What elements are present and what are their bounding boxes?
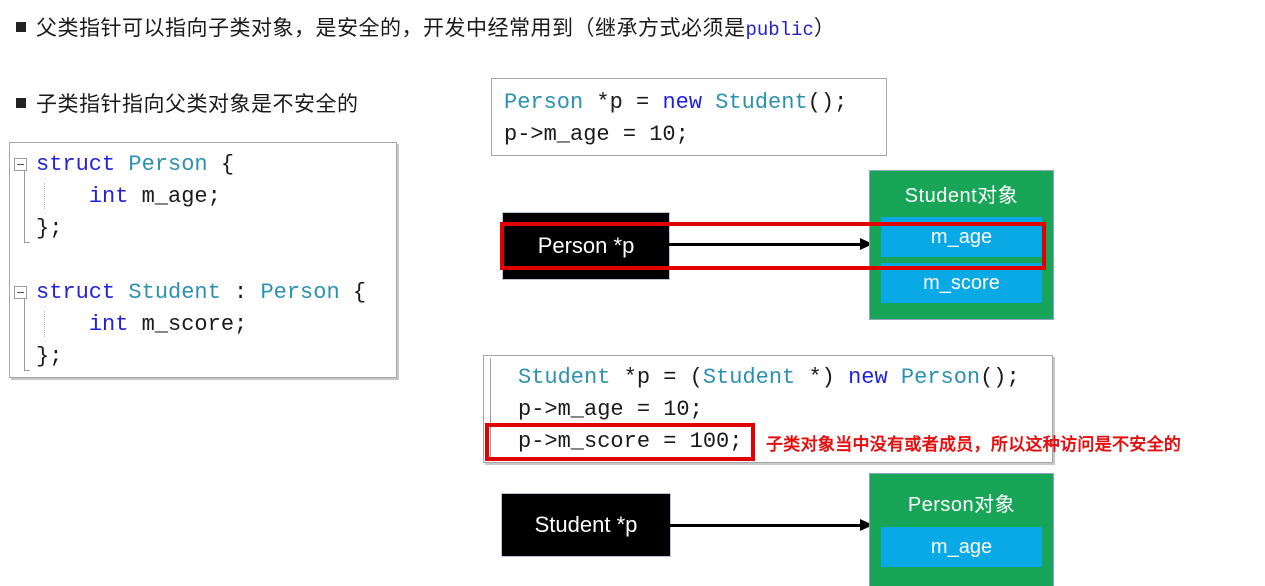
code-token: struct [36, 152, 129, 177]
code-line: }; [10, 341, 396, 373]
red-annotation-note: 子类对象当中没有或者成员，所以这种访问是不安全的 [766, 435, 1182, 454]
object-box-student-title: Student对象 [904, 185, 1019, 207]
code-token: (); [980, 365, 1020, 390]
code-line: p->m_age = 10; [494, 394, 1052, 426]
indent-guide [44, 311, 45, 337]
code-token: Person [128, 152, 208, 177]
code-line: int m_score; [10, 309, 396, 341]
code-token: }; [36, 344, 63, 369]
arrow-student-p-to-person-object [670, 519, 873, 531]
code-token: }; [36, 216, 63, 241]
code-block-struct-definitions: struct Person { int m_age;}; struct Stude… [9, 142, 397, 378]
code-token: Student [518, 365, 611, 390]
bullet-square-icon [16, 22, 26, 32]
code-token: { [339, 280, 367, 305]
highlight-rect-person-p-to-m-age [500, 222, 1046, 270]
pointer-box-student-p-label: Student *p [534, 512, 638, 537]
code-line: int m_age; [10, 181, 396, 213]
code-token: Student [128, 280, 221, 305]
code-block-parent-pointer-to-child: Person *p = new Student(); p->m_age = 10; [491, 78, 887, 156]
code-token: ; [675, 122, 689, 147]
code-token: new [848, 365, 888, 390]
code-token: Person [504, 90, 584, 115]
code-token: int [88, 184, 129, 209]
code-token: : [220, 280, 261, 305]
code-token: *p = ( [610, 365, 703, 390]
code-token: ; [689, 397, 703, 422]
pointer-box-student-p: Student *p [502, 494, 670, 556]
code-token: *) [795, 365, 849, 390]
code-token: p->m_age = [504, 122, 650, 147]
outlining-bracket [24, 299, 30, 371]
code-token: 10 [663, 397, 690, 422]
bullet-parent-pointer-text-after: ） [813, 17, 836, 40]
code-token: Person [900, 365, 981, 390]
code-line: p->m_age = 10; [504, 119, 886, 151]
code-token: (); [807, 90, 848, 115]
code-token: new [662, 90, 703, 115]
code-line: Student *p = (Student *) new Person(); [494, 362, 1052, 394]
collapse-minus-icon[interactable] [14, 158, 27, 171]
code-token: *p = [583, 90, 663, 115]
code-token: { [207, 152, 235, 177]
bullet-keyword-public: public [745, 19, 814, 41]
indent-guide [44, 183, 45, 209]
bullet-parent-pointer-text-before: 父类指针可以指向子类对象，是安全的，开发中经常用到（继承方式必须是 [36, 17, 746, 40]
object-box-person: Person对象 m_age [870, 474, 1053, 586]
collapse-minus-icon[interactable] [14, 286, 27, 299]
code-token: Student [715, 90, 808, 115]
code-token: Person [260, 280, 340, 305]
code-token: m_age; [128, 184, 221, 209]
highlight-rect-m-score-assignment [485, 423, 755, 461]
code-line: Person *p = new Student(); [504, 87, 886, 119]
object-box-person-title: Person对象 [907, 494, 1016, 516]
code-line: struct Student : Person { [10, 277, 396, 309]
code-token: int [88, 312, 129, 337]
bullet-child-pointer: 子类指针指向父类对象是不安全的 [16, 88, 359, 118]
object-field-m-age: m_age [881, 527, 1042, 567]
bullet-parent-pointer: 父类指针可以指向子类对象，是安全的，开发中经常用到（继承方式必须是 public… [16, 12, 835, 42]
code-line: struct Person { [10, 149, 396, 181]
code-token: Student [702, 365, 796, 390]
code-token: 10 [649, 122, 676, 147]
code-line: }; [10, 213, 396, 245]
outlining-bracket [24, 171, 30, 243]
bullet-square-icon [16, 98, 26, 108]
code-token: struct [36, 280, 129, 305]
code-token: m_score; [128, 312, 248, 337]
bullet-child-pointer-text: 子类指针指向父类对象是不安全的 [36, 93, 359, 116]
code-token: p->m_age = [518, 397, 664, 422]
